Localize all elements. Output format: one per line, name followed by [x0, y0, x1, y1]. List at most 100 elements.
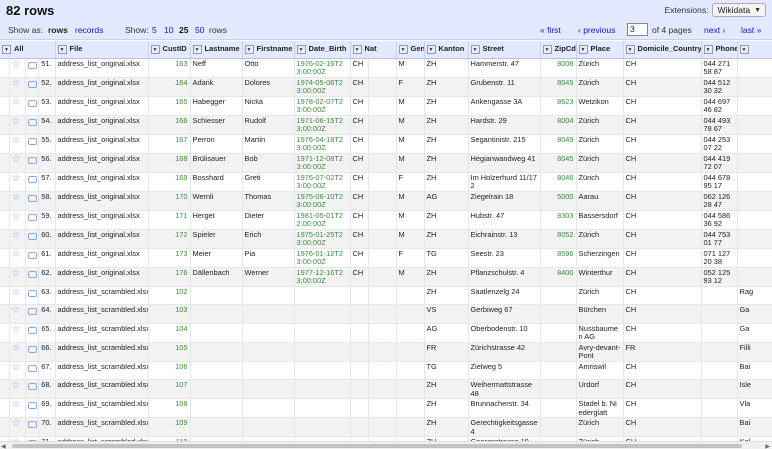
cell-custid[interactable]: 172: [148, 229, 191, 249]
cell-zipcd[interactable]: 8046: [540, 172, 577, 192]
cell-date-birth[interactable]: 1971-06-15T23:00:00Z: [294, 115, 351, 135]
cell-kanton[interactable]: FR: [424, 342, 469, 362]
cell-kanton[interactable]: TG: [424, 361, 469, 380]
cell-domicile-country[interactable]: CH: [623, 417, 702, 437]
cell-zipcd[interactable]: 8045: [540, 153, 577, 173]
cell-date-birth[interactable]: 1974-05-06T23:00:00Z: [294, 77, 351, 97]
cell-kanton[interactable]: ZH: [424, 77, 469, 97]
cell-gender[interactable]: M: [396, 229, 425, 249]
cell-gender[interactable]: [396, 398, 425, 418]
cell-firstname[interactable]: Greti: [242, 172, 295, 192]
cell-gender[interactable]: M: [396, 96, 425, 116]
cell-date-birth[interactable]: 1978-02-07T23:00:00Z: [294, 96, 351, 116]
cell-kanton[interactable]: ZH: [424, 417, 469, 437]
cell-firstname[interactable]: Dolores: [242, 77, 295, 97]
cell-zipcd[interactable]: [540, 304, 577, 324]
cell-next-column[interactable]: Bai: [737, 417, 772, 437]
cell-place[interactable]: Wetzikon: [576, 96, 624, 116]
cell-lastname[interactable]: Habegger: [190, 96, 243, 116]
cell-street[interactable]: Eichrainstr. 13: [468, 229, 541, 249]
cell-nat[interactable]: CH: [350, 96, 369, 116]
cell-place[interactable]: Zürich: [576, 172, 624, 192]
flag-icon[interactable]: [27, 194, 37, 202]
cell-phone[interactable]: 044 271 58 87: [701, 58, 738, 78]
cell-next-column[interactable]: [737, 134, 772, 154]
cell-date-birth[interactable]: 1975-06-10T23:00:00Z: [294, 191, 351, 211]
chevron-down-icon[interactable]: ▼: [150, 45, 160, 54]
cell-gender[interactable]: M: [396, 267, 425, 287]
cell-zipcd[interactable]: [540, 361, 577, 380]
cell-next-column[interactable]: Rag: [737, 286, 772, 305]
cell-zipcd[interactable]: [540, 398, 577, 418]
column-header-domicile-country[interactable]: ▼ Domicile_Country: [623, 41, 702, 59]
table-row[interactable]: ☆ 56. address_list_original.xlsx 168 Brülisa…: [0, 153, 772, 173]
column-header-nat[interactable]: ▼ Nat: [350, 41, 397, 59]
cell-street[interactable]: Zielweg 5: [468, 361, 541, 380]
cell-zipcd[interactable]: [540, 286, 577, 305]
cell-domicile-country[interactable]: CH: [623, 134, 702, 154]
cell-zipcd[interactable]: 8623: [540, 96, 577, 116]
chevron-down-icon[interactable]: ▼: [542, 45, 552, 54]
cell-street[interactable]: Weihermattstrasse 48: [468, 379, 541, 399]
star-icon[interactable]: ☆: [12, 211, 21, 222]
star-icon[interactable]: ☆: [12, 78, 21, 89]
flag-icon[interactable]: [27, 118, 37, 126]
show-as-rows[interactable]: rows: [48, 25, 68, 35]
cell-place[interactable]: Zürich: [576, 115, 624, 135]
cell-next-column[interactable]: [737, 58, 772, 78]
cell-street[interactable]: Pflanzschulstr. 4: [468, 267, 541, 287]
page-size-5[interactable]: 5: [152, 25, 157, 35]
cell-domicile-country[interactable]: CH: [623, 96, 702, 116]
star-icon[interactable]: ☆: [12, 380, 21, 391]
table-row[interactable]: ☆ 52. address_list_original.xlsx 164 Adank Do…: [0, 77, 772, 97]
cell-gender[interactable]: [396, 323, 425, 343]
table-row[interactable]: ☆ 59. address_list_original.xlsx 171 Herget D…: [0, 210, 772, 230]
cell-next-column[interactable]: Vla: [737, 398, 772, 418]
cell-next-column[interactable]: Ga: [737, 323, 772, 343]
cell-street[interactable]: Hegianwandweg 41: [468, 153, 541, 173]
cell-place[interactable]: Stadel b. Niederglatt: [576, 398, 624, 418]
cell-file[interactable]: address_list_scrambled.xlsx: [55, 379, 149, 399]
page-size-10[interactable]: 10: [164, 25, 173, 35]
chevron-down-icon[interactable]: ▼: [398, 45, 408, 54]
table-row[interactable]: ☆ 51. address_list_original.xlsx 163 Neff Ott…: [0, 58, 772, 78]
cell-phone[interactable]: 044 753 01 77: [701, 229, 738, 249]
chevron-down-icon[interactable]: ▼: [625, 45, 635, 54]
cell-firstname[interactable]: [242, 361, 295, 380]
cell-place[interactable]: Avry-devant-Pont: [576, 342, 624, 362]
cell-firstname[interactable]: [242, 304, 295, 324]
cell-lastname[interactable]: Meier: [190, 248, 243, 268]
cell-custid[interactable]: 165: [148, 96, 191, 116]
table-row[interactable]: ☆ 69. address_list_scrambled.xlsx 108 ZH Brun…: [0, 398, 772, 418]
flag-icon[interactable]: [27, 345, 37, 353]
cell-phone[interactable]: [701, 379, 738, 399]
cell-next-column[interactable]: [737, 172, 772, 192]
page-number-input[interactable]: 3: [627, 23, 648, 36]
table-row[interactable]: ☆ 66. address_list_scrambled.xlsx 105 FR Züri…: [0, 342, 772, 362]
cell-zipcd[interactable]: 8400: [540, 267, 577, 287]
cell-zipcd[interactable]: 8049: [540, 134, 577, 154]
star-icon[interactable]: ☆: [12, 154, 21, 165]
cell-domicile-country[interactable]: CH: [623, 172, 702, 192]
cell-next-column[interactable]: [737, 191, 772, 211]
cell-date-birth[interactable]: 1971-12-08T23:00:00Z: [294, 153, 351, 173]
cell-file[interactable]: address_list_scrambled.xlsx: [55, 398, 149, 418]
chevron-down-icon[interactable]: ▼: [426, 45, 436, 54]
cell-place[interactable]: Zürich: [576, 153, 624, 173]
cell-nat[interactable]: [350, 323, 369, 343]
chevron-down-icon[interactable]: ▼: [578, 45, 588, 54]
table-row[interactable]: ☆ 67. address_list_scrambled.xlsx 106 TG Ziel…: [0, 361, 772, 380]
flag-icon[interactable]: [27, 289, 37, 297]
cell-gender[interactable]: [396, 304, 425, 324]
cell-nat[interactable]: CH: [350, 172, 369, 192]
scroll-right-icon[interactable]: ▶: [765, 443, 770, 449]
star-icon[interactable]: ☆: [12, 116, 21, 127]
cell-date-birth[interactable]: [294, 417, 351, 437]
cell-lastname[interactable]: Neff: [190, 58, 243, 78]
cell-street[interactable]: Hammerstr. 47: [468, 58, 541, 78]
cell-street[interactable]: Gerechtigkeitsgasse 4: [468, 417, 541, 437]
cell-gender[interactable]: F: [396, 248, 425, 268]
table-row[interactable]: ☆ 53. address_list_original.xlsx 165 Habegge…: [0, 96, 772, 116]
table-row[interactable]: ☆ 68. address_list_scrambled.xlsx 107 ZH Weih…: [0, 379, 772, 399]
cell-date-birth[interactable]: 1976-01-12T23:00:00Z: [294, 248, 351, 268]
